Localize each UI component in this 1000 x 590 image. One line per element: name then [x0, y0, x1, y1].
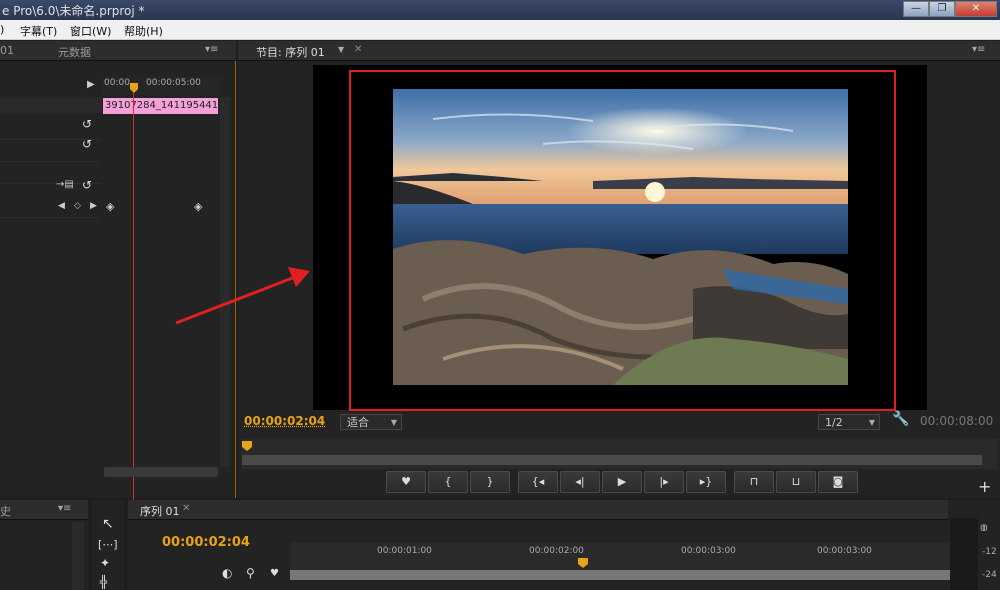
- reset-icon[interactable]: ↺: [82, 117, 92, 131]
- program-duration: 00:00:08:00: [920, 414, 994, 428]
- ruler-label: 00:00:02:00: [529, 546, 584, 556]
- video-display[interactable]: [313, 65, 927, 411]
- marker-icon[interactable]: ⚲: [246, 566, 255, 580]
- row-divider: [0, 217, 100, 218]
- mini-ruler-label-end: 00:00:05:00: [146, 78, 201, 88]
- tab-dropdown-icon[interactable]: ▼: [338, 45, 344, 54]
- tab-history-partial[interactable]: 史: [0, 503, 11, 519]
- ruler-label: 00:00:03:00: [681, 546, 736, 556]
- minimize-button[interactable]: —: [903, 1, 929, 17]
- mini-ruler[interactable]: 00:00 00:00:05:00: [102, 77, 220, 95]
- reset-icon[interactable]: ↺: [82, 178, 92, 192]
- meter-label: 0: [982, 524, 988, 534]
- close-button[interactable]: ✕: [955, 1, 997, 17]
- menu-bar: ) 字幕(T) 窗口(W) 帮助(H): [0, 20, 1000, 40]
- restore-button[interactable]: ❐: [929, 1, 955, 17]
- step-forward-button[interactable]: |▸: [644, 471, 684, 493]
- program-monitor-panel: 节目: 序列 01 ▼ ✕ ▾≡ 00:00:02:04 适合 ▼ 1/2 ▼ …: [238, 41, 1000, 498]
- next-keyframe-icon[interactable]: ▶: [90, 201, 97, 211]
- row-divider: [0, 161, 100, 162]
- resolution-dropdown[interactable]: 1/2 ▼: [818, 414, 880, 430]
- zoom-fit-dropdown[interactable]: 适合 ▼: [340, 414, 402, 430]
- highlight-rectangle: [349, 70, 896, 411]
- audio-meter: 0: [950, 518, 986, 590]
- add-button-icon[interactable]: +: [978, 477, 991, 496]
- program-scrub-bar[interactable]: [242, 439, 998, 469]
- snap-icon[interactable]: ◐: [222, 566, 232, 580]
- mark-in-button[interactable]: {: [428, 471, 468, 493]
- step-back-button[interactable]: ◂|: [560, 471, 600, 493]
- menu-item-title[interactable]: 字幕(T): [20, 23, 57, 39]
- wrench-icon[interactable]: 🔧: [892, 411, 909, 427]
- zoom-fit-label: 适合: [347, 416, 369, 429]
- tab-program-sequence[interactable]: 节目: 序列 01: [256, 44, 325, 60]
- panel-menu-icon[interactable]: ▾≡: [205, 44, 218, 55]
- mini-playhead-line: [133, 93, 134, 508]
- chevron-down-icon: ▼: [390, 418, 397, 427]
- clip-bar[interactable]: 39107284_14119544159: [103, 98, 218, 114]
- program-monitor-tabbar: 节目: 序列 01 ▼ ✕ ▾≡: [238, 41, 1000, 61]
- annotation-arrow: [175, 267, 310, 325]
- zoom-scroll-bar[interactable]: [242, 455, 982, 465]
- add-marker-icon[interactable]: ♥: [270, 568, 279, 579]
- tab-close-icon[interactable]: ✕: [354, 44, 362, 55]
- history-panel: 史 ▾≡: [0, 500, 88, 590]
- mini-ruler-label-start: 00:00: [104, 78, 130, 88]
- menu-item-help[interactable]: 帮助(H): [124, 23, 163, 39]
- reset-icon[interactable]: ↺: [82, 137, 92, 151]
- timeline-panel: 序列 01 ✕ 00:00:02:04 ◐ ⚲ ♥ 00:00:01:00 00…: [128, 500, 1000, 590]
- keyframe-diamond-icon: ◈: [194, 200, 203, 213]
- menu-item-partial[interactable]: ): [0, 23, 4, 36]
- work-area-bar[interactable]: [290, 570, 950, 580]
- tab-sequence[interactable]: 序列 01: [140, 503, 180, 519]
- expand-triangle-icon[interactable]: ▶: [87, 79, 95, 90]
- extract-button[interactable]: ⊔: [776, 471, 816, 493]
- window-titlebar: e Pro\6.0\未命名.prproj * — ❐ ✕: [0, 0, 1000, 20]
- clip-header-row: [0, 97, 102, 113]
- program-playhead-marker[interactable]: [242, 441, 252, 451]
- play-button[interactable]: ▶: [602, 471, 642, 493]
- keyframe-diamond-icon: ◈: [106, 200, 115, 213]
- ripple-edit-tool-icon[interactable]: ✦: [100, 556, 110, 570]
- prev-keyframe-icon[interactable]: ◀: [58, 201, 65, 211]
- keyframe-menu-icon[interactable]: →▤: [56, 179, 74, 190]
- meter-label: -24: [982, 570, 997, 580]
- history-scrollbar[interactable]: [72, 522, 84, 590]
- lift-button[interactable]: ⊓: [734, 471, 774, 493]
- selection-tool-icon[interactable]: ↖: [102, 516, 114, 532]
- horizontal-scrollbar[interactable]: [104, 467, 218, 477]
- chevron-down-icon: ▼: [868, 418, 875, 427]
- timeline-playhead-marker[interactable]: [578, 558, 588, 568]
- ruler-label: 00:00:01:00: [377, 546, 432, 556]
- go-to-in-button[interactable]: {◂: [518, 471, 558, 493]
- tools-panel: ↖ [⋯] ✦ ╬: [92, 500, 124, 590]
- timeline-ruler[interactable]: 00:00:01:00 00:00:02:00 00:00:03:00 00:0…: [290, 542, 950, 580]
- history-tabbar: 史 ▾≡: [0, 500, 88, 520]
- effect-controls-tabbar: 01 元数据 ▾≡: [0, 41, 236, 61]
- go-to-out-button[interactable]: ▸}: [686, 471, 726, 493]
- tab-partial[interactable]: 01: [0, 44, 14, 57]
- menu-item-window[interactable]: 窗口(W): [70, 23, 111, 39]
- rolling-edit-tool-icon[interactable]: ╬: [100, 575, 107, 589]
- timeline-tabbar: 序列 01 ✕: [128, 500, 948, 520]
- program-current-timecode[interactable]: 00:00:02:04: [244, 414, 325, 428]
- panel-menu-icon[interactable]: ▾≡: [972, 44, 985, 55]
- tab-metadata[interactable]: 元数据: [58, 44, 91, 60]
- export-frame-button[interactable]: ◙: [818, 471, 858, 493]
- add-marker-button[interactable]: ♥: [386, 471, 426, 493]
- mark-out-button[interactable]: }: [470, 471, 510, 493]
- meter-label: -12: [982, 547, 997, 557]
- window-title: e Pro\6.0\未命名.prproj *: [2, 4, 145, 18]
- panel-menu-icon[interactable]: ▾≡: [58, 503, 71, 514]
- track-select-tool-icon[interactable]: [⋯]: [98, 538, 118, 551]
- timeline-current-timecode[interactable]: 00:00:02:04: [162, 535, 250, 550]
- tab-close-icon[interactable]: ✕: [182, 503, 190, 514]
- add-keyframe-icon[interactable]: ◇: [74, 201, 81, 211]
- resolution-label: 1/2: [825, 416, 843, 429]
- ruler-label: 00:00:03:00: [817, 546, 872, 556]
